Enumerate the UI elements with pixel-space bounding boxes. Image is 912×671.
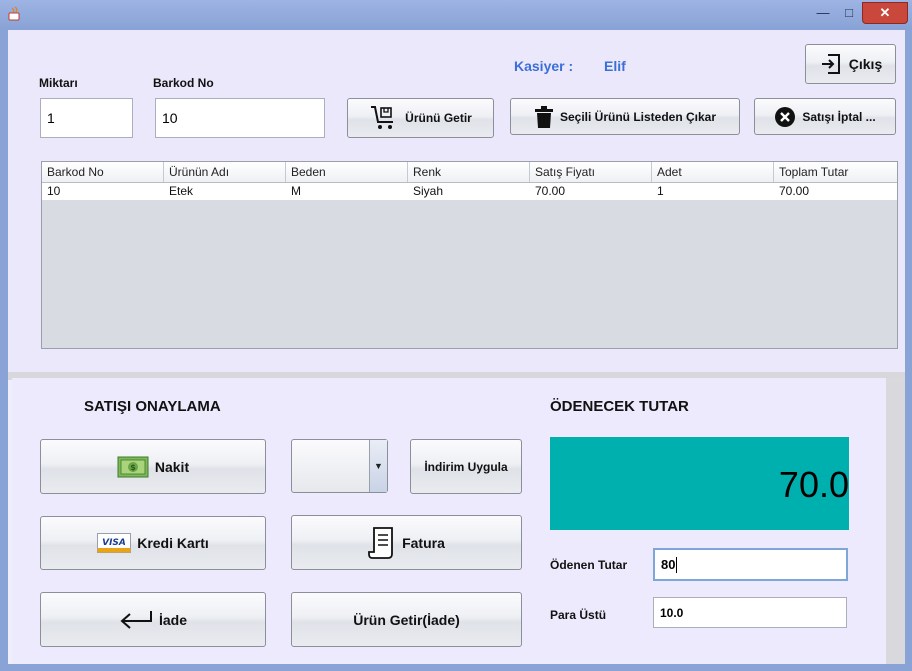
maximize-button[interactable]: □ xyxy=(836,2,862,22)
minimize-button[interactable]: — xyxy=(810,2,836,22)
paid-amount-label: Ödenen Tutar xyxy=(550,558,628,572)
amount-due-title: ÖDENECEK TUTAR xyxy=(550,398,689,415)
visa-text: VISA xyxy=(102,538,126,548)
table-header: Barkod No Ürünün Adı Beden Renk Satış Fi… xyxy=(42,162,897,183)
amount-due-display: 70.0 xyxy=(550,437,849,530)
barkod-label: Barkod No xyxy=(153,76,214,90)
return-button[interactable]: İade xyxy=(40,592,266,647)
cancel-sale-label: Satışı İptal ... xyxy=(802,109,876,124)
barcode-input[interactable]: 10 xyxy=(155,98,325,138)
get-product-label: Ürünü Getir xyxy=(405,111,472,125)
cash-button[interactable]: $ Nakit xyxy=(40,439,266,494)
exit-icon xyxy=(821,54,840,74)
return-arrow-icon xyxy=(120,610,152,629)
return-label: İade xyxy=(158,611,187,628)
table-cell: 10 xyxy=(47,184,61,198)
table-cell: 1 xyxy=(657,184,664,198)
invoice-label: Fatura xyxy=(402,534,445,551)
paid-amount-input[interactable]: 80 xyxy=(653,548,848,581)
paid-amount-value: 80 xyxy=(661,557,676,572)
amount-due-value: 70.0 xyxy=(778,464,849,505)
change-label: Para Üstü xyxy=(550,608,607,622)
credit-card-label: Kredi Kartı xyxy=(137,535,209,551)
svg-text:$: $ xyxy=(130,463,136,472)
exit-label: Çıkış xyxy=(848,56,883,72)
cancel-circle-icon xyxy=(775,106,796,127)
get-product-button[interactable]: Ürünü Getir xyxy=(347,98,494,138)
cash-label: Nakit xyxy=(154,458,190,475)
client-area: Kasiyer : Elif Çıkış Miktarı Barkod No 1… xyxy=(8,30,905,664)
confirm-sale-title: SATIŞI ONAYLAMA xyxy=(84,398,221,415)
table-cell: Siyah xyxy=(413,184,444,198)
column-header[interactable]: Ürünün Adı xyxy=(164,162,286,182)
column-header[interactable]: Beden xyxy=(286,162,408,182)
miktar-label: Miktarı xyxy=(39,76,78,90)
text-cursor xyxy=(676,556,678,573)
chevron-down-icon[interactable]: ▼ xyxy=(369,440,387,492)
column-header[interactable]: Barkod No xyxy=(42,162,164,182)
table-cell: 70.00 xyxy=(535,184,566,198)
remove-selected-button[interactable]: Seçili Ürünü Listeden Çıkar xyxy=(510,98,740,135)
exit-button[interactable]: Çıkış xyxy=(805,44,896,84)
top-panel: Kasiyer : Elif Çıkış Miktarı Barkod No 1… xyxy=(8,30,905,372)
visa-card-icon: VISA xyxy=(97,533,132,553)
discount-select[interactable]: ▼ xyxy=(291,439,388,493)
column-header[interactable]: Toplam Tutar xyxy=(774,162,896,182)
invoice-button[interactable]: Fatura xyxy=(291,515,522,570)
column-header[interactable]: Adet xyxy=(652,162,774,182)
table-cell: Etek xyxy=(169,184,194,198)
cashier-name: Elif xyxy=(604,58,626,74)
side-strip xyxy=(886,378,905,664)
credit-card-button[interactable]: VISA Kredi Kartı xyxy=(40,516,266,570)
table-cell: 70.00 xyxy=(779,184,810,198)
receipt-icon xyxy=(368,526,393,559)
cashier-label: Kasiyer : xyxy=(514,58,574,74)
cancel-sale-button[interactable]: Satışı İptal ... xyxy=(754,98,896,135)
cash-icon: $ xyxy=(117,456,149,477)
apply-discount-button[interactable]: İndirim Uygula xyxy=(410,439,522,494)
column-header[interactable]: Satış Fiyatı xyxy=(530,162,652,182)
quantity-input[interactable]: 1 xyxy=(40,98,133,138)
cart-table: Barkod No Ürünün Adı Beden Renk Satış Fi… xyxy=(41,161,898,349)
change-field: 10.0 xyxy=(653,597,847,628)
get-return-product-button[interactable]: Ürün Getir(İade) xyxy=(291,592,522,647)
java-icon xyxy=(8,6,20,21)
cart-icon xyxy=(371,106,394,129)
remove-selected-label: Seçili Ürünü Listeden Çıkar xyxy=(559,109,717,124)
column-header[interactable]: Renk xyxy=(408,162,530,182)
title-bar: — □ ✕ xyxy=(0,0,912,28)
trash-icon xyxy=(534,105,553,128)
table-cell: M xyxy=(291,184,301,198)
close-button[interactable]: ✕ xyxy=(862,2,908,24)
table-row[interactable]: 10 Etek M Siyah 70.00 1 70.00 xyxy=(42,183,897,200)
